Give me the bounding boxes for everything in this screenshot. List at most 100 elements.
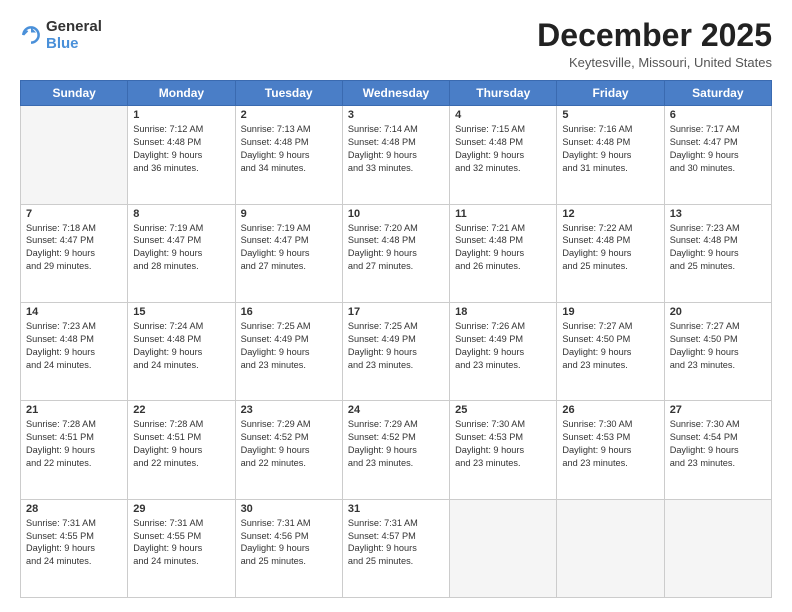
day-of-week-header: Saturday (664, 81, 771, 106)
day-info: Sunrise: 7:26 AMSunset: 4:49 PMDaylight:… (455, 320, 551, 372)
calendar-cell: 7Sunrise: 7:18 AMSunset: 4:47 PMDaylight… (21, 204, 128, 302)
calendar-week-row: 21Sunrise: 7:28 AMSunset: 4:51 PMDayligh… (21, 401, 772, 499)
calendar-cell (450, 499, 557, 597)
calendar-cell: 2 Sunrise: 7:13 AMSunset: 4:48 PMDaylight… (235, 106, 342, 204)
day-number: 5 (562, 109, 658, 121)
day-info: Sunrise: 7:23 AMSunset: 4:48 PMDaylight:… (670, 222, 766, 274)
calendar-cell: 19 Sunrise: 7:27 AMSunset: 4:50 PMDayligh… (557, 302, 664, 400)
day-number: 16 (241, 306, 337, 318)
calendar-cell: 27 Sunrise: 7:30 AMSunset: 4:54 PMDayligh… (664, 401, 771, 499)
calendar-week-row: 14 Sunrise: 7:23 AMSunset: 4:48 PMDayligh… (21, 302, 772, 400)
calendar-cell: 14 Sunrise: 7:23 AMSunset: 4:48 PMDayligh… (21, 302, 128, 400)
calendar-cell: 13 Sunrise: 7:23 AMSunset: 4:48 PMDayligh… (664, 204, 771, 302)
day-info: Sunrise: 7:25 AMSunset: 4:49 PMDaylight:… (241, 320, 337, 372)
day-of-week-header: Wednesday (342, 81, 449, 106)
day-number: 19 (562, 306, 658, 318)
logo-general: General (46, 18, 102, 35)
day-number: 14 (26, 306, 122, 318)
logo-text: General Blue (46, 18, 102, 53)
day-of-week-header: Thursday (450, 81, 557, 106)
calendar-cell: 16 Sunrise: 7:25 AMSunset: 4:49 PMDayligh… (235, 302, 342, 400)
logo-blue: Blue (46, 35, 79, 52)
calendar-cell: 12 Sunrise: 7:22 AMSunset: 4:48 PMDayligh… (557, 204, 664, 302)
day-number: 12 (562, 208, 658, 220)
calendar-cell: 17 Sunrise: 7:25 AMSunset: 4:49 PMDayligh… (342, 302, 449, 400)
calendar-cell: 10 Sunrise: 7:20 AMSunset: 4:48 PMDayligh… (342, 204, 449, 302)
calendar-cell: 26 Sunrise: 7:30 AMSunset: 4:53 PMDayligh… (557, 401, 664, 499)
calendar-cell: 1Sunrise: 7:12 AMSunset: 4:48 PMDaylight… (128, 106, 235, 204)
day-info: Sunrise: 7:29 AMSunset: 4:52 PMDaylight:… (241, 418, 337, 470)
day-number: 26 (562, 404, 658, 416)
calendar-cell: 11 Sunrise: 7:21 AMSunset: 4:48 PMDayligh… (450, 204, 557, 302)
calendar-cell (557, 499, 664, 597)
day-info: Sunrise: 7:21 AMSunset: 4:48 PMDaylight:… (455, 222, 551, 274)
day-number: 31 (348, 503, 444, 515)
day-number: 27 (670, 404, 766, 416)
calendar-week-row: 1Sunrise: 7:12 AMSunset: 4:48 PMDaylight… (21, 106, 772, 204)
calendar-cell (21, 106, 128, 204)
day-info: Sunrise: 7:31 AMSunset: 4:55 PMDaylight:… (133, 517, 229, 569)
day-number: 4 (455, 109, 551, 121)
day-number: 6 (670, 109, 766, 121)
day-number: 8 (133, 208, 229, 220)
calendar-cell: 9Sunrise: 7:19 AMSunset: 4:47 PMDaylight… (235, 204, 342, 302)
day-info: Sunrise: 7:27 AMSunset: 4:50 PMDaylight:… (562, 320, 658, 372)
day-info: Sunrise: 7:13 AMSunset: 4:48 PMDaylight:… (241, 123, 337, 175)
day-info: Sunrise: 7:16 AMSunset: 4:48 PMDaylight:… (562, 123, 658, 175)
day-of-week-header: Monday (128, 81, 235, 106)
header: General Blue December 2025 Keytesville, … (20, 18, 772, 70)
day-number: 13 (670, 208, 766, 220)
day-info: Sunrise: 7:31 AMSunset: 4:55 PMDaylight:… (26, 517, 122, 569)
day-info: Sunrise: 7:25 AMSunset: 4:49 PMDaylight:… (348, 320, 444, 372)
calendar-cell: 30 Sunrise: 7:31 AMSunset: 4:56 PMDayligh… (235, 499, 342, 597)
calendar-cell: 28 Sunrise: 7:31 AMSunset: 4:55 PMDayligh… (21, 499, 128, 597)
day-number: 2 (241, 109, 337, 121)
day-number: 30 (241, 503, 337, 515)
day-info: Sunrise: 7:30 AMSunset: 4:54 PMDaylight:… (670, 418, 766, 470)
day-info: Sunrise: 7:17 AMSunset: 4:47 PMDaylight:… (670, 123, 766, 175)
calendar-cell: 23 Sunrise: 7:29 AMSunset: 4:52 PMDayligh… (235, 401, 342, 499)
day-info: Sunrise: 7:30 AMSunset: 4:53 PMDaylight:… (562, 418, 658, 470)
day-info: Sunrise: 7:27 AMSunset: 4:50 PMDaylight:… (670, 320, 766, 372)
calendar-cell: 3Sunrise: 7:14 AMSunset: 4:48 PMDaylight… (342, 106, 449, 204)
calendar-cell: 20Sunrise: 7:27 AMSunset: 4:50 PMDayligh… (664, 302, 771, 400)
day-number: 9 (241, 208, 337, 220)
title-block: December 2025 Keytesville, Missouri, Uni… (537, 18, 772, 70)
logo: General Blue (20, 18, 102, 53)
day-number: 25 (455, 404, 551, 416)
day-number: 22 (133, 404, 229, 416)
month-title: December 2025 (537, 18, 772, 53)
day-number: 17 (348, 306, 444, 318)
calendar: SundayMondayTuesdayWednesdayThursdayFrid… (20, 80, 772, 598)
location: Keytesville, Missouri, United States (537, 55, 772, 70)
day-info: Sunrise: 7:28 AMSunset: 4:51 PMDaylight:… (133, 418, 229, 470)
day-info: Sunrise: 7:28 AMSunset: 4:51 PMDaylight:… (26, 418, 122, 470)
calendar-cell: 24Sunrise: 7:29 AMSunset: 4:52 PMDayligh… (342, 401, 449, 499)
day-info: Sunrise: 7:20 AMSunset: 4:48 PMDaylight:… (348, 222, 444, 274)
day-number: 11 (455, 208, 551, 220)
calendar-cell: 21Sunrise: 7:28 AMSunset: 4:51 PMDayligh… (21, 401, 128, 499)
day-number: 28 (26, 503, 122, 515)
day-of-week-header: Tuesday (235, 81, 342, 106)
calendar-week-row: 7Sunrise: 7:18 AMSunset: 4:47 PMDaylight… (21, 204, 772, 302)
day-number: 23 (241, 404, 337, 416)
day-info: Sunrise: 7:14 AMSunset: 4:48 PMDaylight:… (348, 123, 444, 175)
calendar-cell: 5 Sunrise: 7:16 AMSunset: 4:48 PMDaylight… (557, 106, 664, 204)
day-number: 15 (133, 306, 229, 318)
calendar-body: 1Sunrise: 7:12 AMSunset: 4:48 PMDaylight… (21, 106, 772, 598)
day-info: Sunrise: 7:23 AMSunset: 4:48 PMDaylight:… (26, 320, 122, 372)
day-info: Sunrise: 7:31 AMSunset: 4:56 PMDaylight:… (241, 517, 337, 569)
calendar-cell: 6 Sunrise: 7:17 AMSunset: 4:47 PMDaylight… (664, 106, 771, 204)
day-info: Sunrise: 7:18 AMSunset: 4:47 PMDaylight:… (26, 222, 122, 274)
calendar-cell: 31Sunrise: 7:31 AMSunset: 4:57 PMDayligh… (342, 499, 449, 597)
day-info: Sunrise: 7:22 AMSunset: 4:48 PMDaylight:… (562, 222, 658, 274)
calendar-week-row: 28 Sunrise: 7:31 AMSunset: 4:55 PMDayligh… (21, 499, 772, 597)
day-info: Sunrise: 7:24 AMSunset: 4:48 PMDaylight:… (133, 320, 229, 372)
day-info: Sunrise: 7:29 AMSunset: 4:52 PMDaylight:… (348, 418, 444, 470)
calendar-cell: 4Sunrise: 7:15 AMSunset: 4:48 PMDaylight… (450, 106, 557, 204)
calendar-cell: 22 Sunrise: 7:28 AMSunset: 4:51 PMDayligh… (128, 401, 235, 499)
day-number: 10 (348, 208, 444, 220)
day-of-week-header: Friday (557, 81, 664, 106)
day-info: Sunrise: 7:30 AMSunset: 4:53 PMDaylight:… (455, 418, 551, 470)
calendar-cell: 8Sunrise: 7:19 AMSunset: 4:47 PMDaylight… (128, 204, 235, 302)
